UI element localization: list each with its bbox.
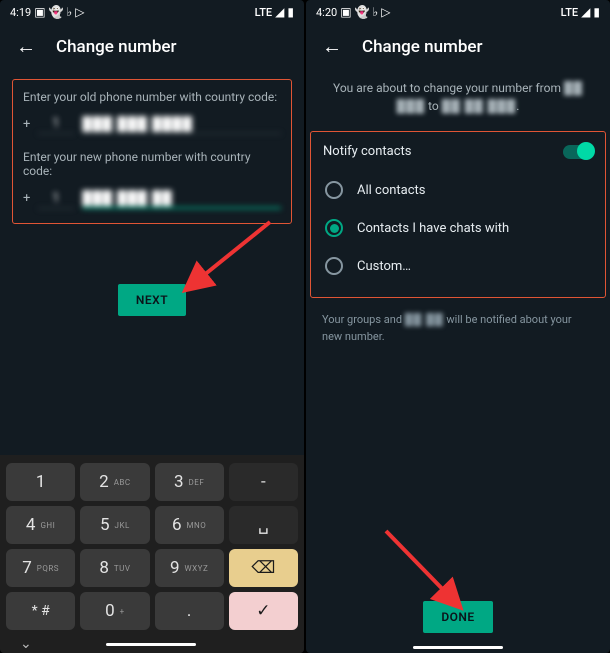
- notify-toggle[interactable]: [563, 145, 593, 159]
- new-number-label: Enter your new phone number with country…: [23, 150, 281, 178]
- key-3[interactable]: 3DEF: [155, 463, 224, 501]
- key-4[interactable]: 4GHI: [6, 506, 75, 544]
- battery-icon: ▮: [593, 5, 600, 19]
- radio-custom[interactable]: Custom…: [323, 247, 593, 285]
- nav-handle[interactable]: [106, 643, 196, 646]
- new-number-input[interactable]: [82, 188, 281, 209]
- key-2[interactable]: 2ABC: [80, 463, 149, 501]
- radio-contacts-chats[interactable]: Contacts I have chats with: [323, 209, 593, 247]
- key-5[interactable]: 5JKL: [80, 506, 149, 544]
- network-label: LTE: [561, 6, 579, 19]
- header: ← Change number: [0, 24, 304, 69]
- radio-icon: [325, 257, 343, 275]
- status-time: 4:19: [10, 6, 31, 19]
- nav-handle[interactable]: [413, 646, 503, 649]
- notification-icon: ▣: [34, 5, 45, 19]
- plus-prefix: +: [23, 191, 30, 206]
- play-icon: ▷: [75, 5, 84, 19]
- key-dot[interactable]: .: [155, 592, 224, 630]
- status-bar: 4:19 ▣ 👻 ♭ ▷ LTE ◢ ▮: [0, 0, 304, 24]
- new-country-code-input[interactable]: [38, 189, 74, 209]
- groups-notify-text: Your groups and ██ ██ will be notified a…: [322, 312, 594, 345]
- key-1[interactable]: 1: [6, 463, 75, 501]
- radio-all-contacts[interactable]: All contacts: [323, 171, 593, 209]
- key-dash[interactable]: -: [229, 463, 298, 501]
- key-space[interactable]: ␣: [229, 506, 298, 544]
- chevron-down-icon[interactable]: ⌄: [20, 636, 32, 652]
- snapchat-icon: 👻: [49, 5, 64, 19]
- annotation-arrow-icon: [170, 214, 280, 304]
- page-title: Change number: [362, 37, 483, 57]
- status-bar: 4:20 ▣ 👻 ♭ ▷ LTE ◢ ▮: [306, 0, 610, 24]
- numeric-keypad: 1 2ABC 3DEF - 4GHI 5JKL 6MNO ␣ 7PQRS 8TU…: [0, 455, 304, 653]
- old-number-input[interactable]: [82, 114, 281, 134]
- key-star-hash[interactable]: * #: [6, 592, 75, 630]
- ps-icon: ♭: [67, 5, 73, 19]
- key-9[interactable]: 9WXYZ: [155, 549, 224, 587]
- radio-icon: [325, 219, 343, 237]
- notify-contacts-section: Notify contacts All contacts Contacts I …: [310, 131, 606, 298]
- done-button[interactable]: DONE: [423, 601, 492, 633]
- key-7[interactable]: 7PQRS: [6, 549, 75, 587]
- ps-icon: ♭: [373, 5, 379, 19]
- plus-prefix: +: [23, 117, 30, 132]
- notify-contacts-label: Notify contacts: [323, 144, 412, 159]
- old-number-label: Enter your old phone number with country…: [23, 90, 281, 104]
- signal-icon: ◢: [581, 5, 590, 19]
- status-time: 4:20: [316, 6, 337, 19]
- key-0[interactable]: 0+: [80, 592, 149, 630]
- radio-icon: [325, 181, 343, 199]
- old-country-code-input[interactable]: [38, 114, 74, 134]
- snapchat-icon: 👻: [355, 5, 370, 19]
- play-icon: ▷: [381, 5, 390, 19]
- next-button[interactable]: NEXT: [118, 284, 186, 316]
- back-arrow-icon[interactable]: ←: [322, 34, 342, 59]
- signal-icon: ◢: [275, 5, 284, 19]
- key-6[interactable]: 6MNO: [155, 506, 224, 544]
- phone-entry-section: Enter your old phone number with country…: [12, 79, 292, 224]
- key-enter[interactable]: ✓: [229, 592, 298, 630]
- back-arrow-icon[interactable]: ←: [16, 34, 36, 59]
- network-label: LTE: [255, 6, 273, 19]
- battery-icon: ▮: [287, 5, 294, 19]
- page-title: Change number: [56, 37, 177, 57]
- header: ← Change number: [306, 24, 610, 69]
- key-8[interactable]: 8TUV: [80, 549, 149, 587]
- about-to-change-text: You are about to change your number from…: [324, 79, 592, 115]
- notification-icon: ▣: [340, 5, 351, 19]
- key-backspace[interactable]: ⌫: [229, 549, 298, 587]
